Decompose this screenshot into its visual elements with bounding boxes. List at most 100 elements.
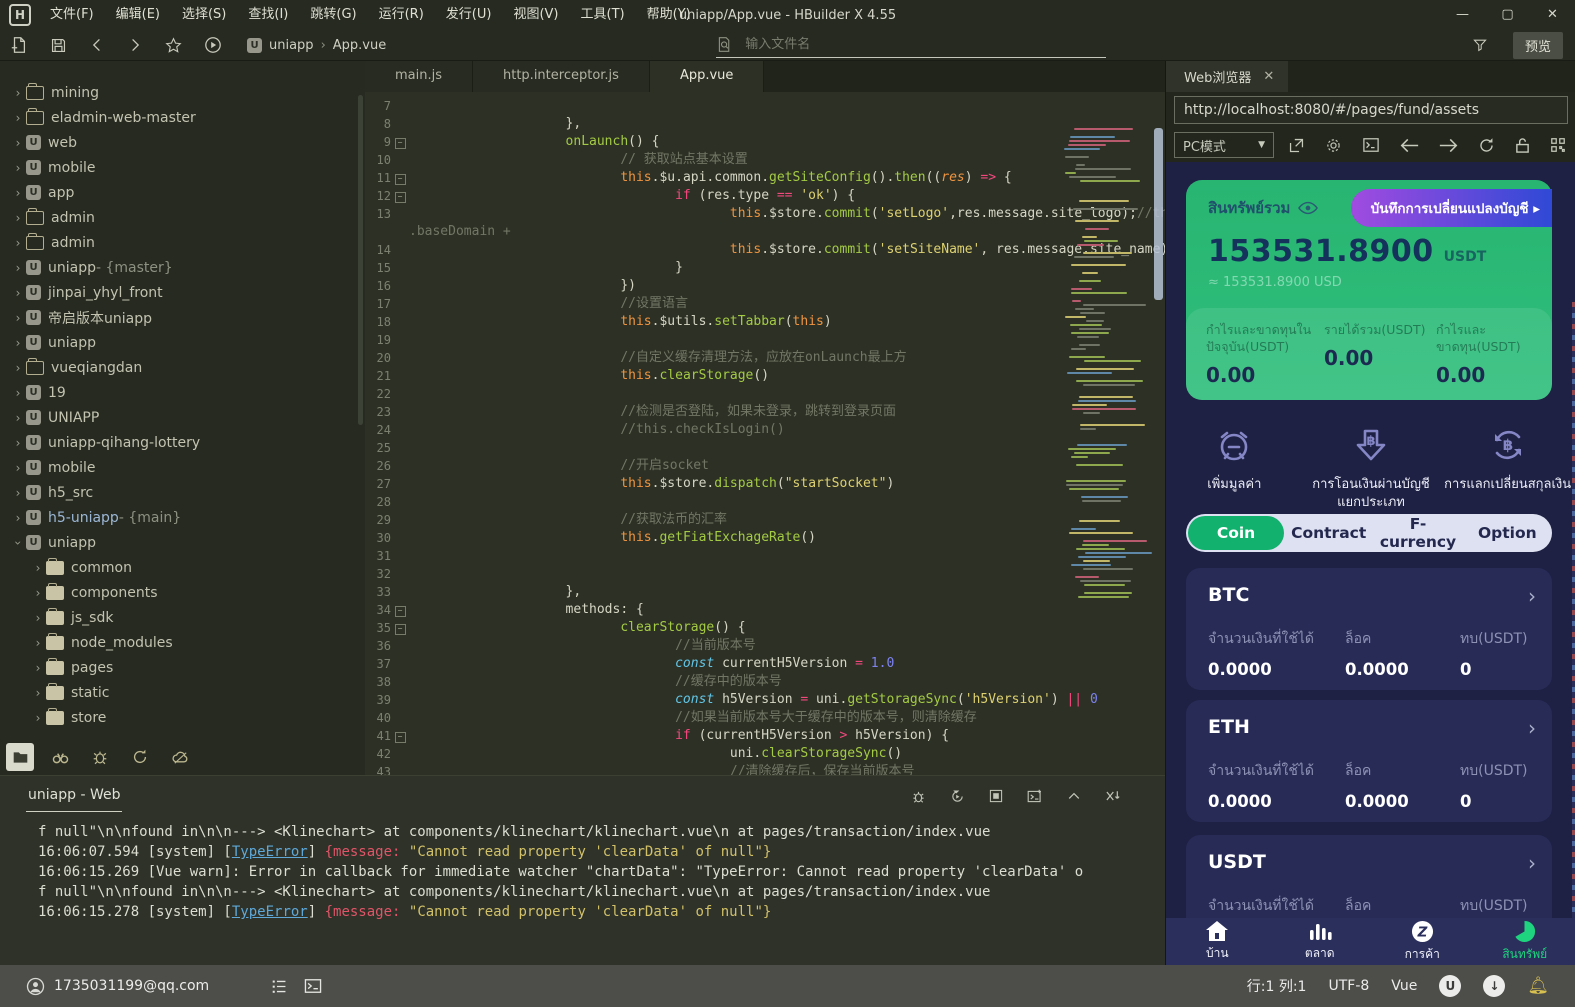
chevron-right-icon[interactable]: › xyxy=(1528,584,1536,608)
cloud-panel-icon[interactable] xyxy=(166,743,194,771)
tree-item[interactable]: ›Uuniapp xyxy=(0,530,365,555)
tree-item[interactable]: ›admin xyxy=(0,230,365,255)
tree-item[interactable]: ›pages xyxy=(0,655,365,680)
chevron-right-icon[interactable]: › xyxy=(10,86,26,100)
chevron-right-icon[interactable]: › xyxy=(1528,716,1536,740)
chevron-right-icon[interactable]: › xyxy=(10,311,26,325)
preview-button[interactable]: 预览 xyxy=(1513,32,1563,59)
tree-item[interactable]: ›Umobile xyxy=(0,155,365,180)
collapse-icon[interactable] xyxy=(1066,788,1082,805)
tree-item[interactable]: ›common xyxy=(0,555,365,580)
chevron-right-icon[interactable]: › xyxy=(30,711,46,725)
fold-collapse-icon[interactable]: − xyxy=(395,138,406,149)
nav-trade[interactable]: Zการค้า xyxy=(1371,918,1474,965)
chevron-right-icon[interactable]: › xyxy=(10,111,26,125)
chevron-right-icon[interactable]: › xyxy=(10,161,26,175)
restart-icon[interactable] xyxy=(949,788,966,805)
tree-item[interactable]: ›Umobile xyxy=(0,455,365,480)
editor-tab-http-interceptor-js[interactable]: http.interceptor.js xyxy=(473,60,650,92)
sidebar-scrollbar[interactable] xyxy=(358,95,363,425)
outline-list-icon[interactable] xyxy=(271,978,288,995)
chevron-right-icon[interactable]: › xyxy=(10,286,26,300)
minimize-button[interactable]: — xyxy=(1440,0,1485,30)
search-panel-icon[interactable] xyxy=(46,743,74,771)
fold-collapse-icon[interactable]: − xyxy=(395,192,406,203)
devtools-console-icon[interactable] xyxy=(1362,137,1380,153)
tree-item[interactable]: ›U帝启版本uniapp xyxy=(0,305,365,330)
tree-item[interactable]: ›UUNIAPP xyxy=(0,405,365,430)
console-tab[interactable]: uniapp - Web xyxy=(26,781,122,812)
quick-action[interactable]: ฿การแลกเปลี่ยนสกุลเงิน xyxy=(1439,417,1575,511)
asset-card-btc[interactable]: BTC›จำนวนเงินที่ใช้ได้0.0000ล็อค0.0000ทบ… xyxy=(1186,568,1552,690)
chevron-right-icon[interactable]: › xyxy=(30,611,46,625)
chevron-right-icon[interactable]: › xyxy=(10,211,26,225)
search-input[interactable] xyxy=(743,36,1047,53)
quick-action[interactable]: เพิ่มมูลค่า xyxy=(1166,417,1303,511)
chevron-right-icon[interactable]: › xyxy=(10,336,26,350)
file-language[interactable]: Vue xyxy=(1391,978,1417,994)
market-tab-option[interactable]: Option xyxy=(1463,524,1552,542)
chevron-right-icon[interactable]: › xyxy=(30,661,46,675)
tree-item[interactable]: ›Uapp xyxy=(0,180,365,205)
fold-collapse-icon[interactable]: − xyxy=(395,606,406,617)
new-file-icon[interactable] xyxy=(10,36,28,54)
quick-action[interactable]: ฿การโอนเงินผ่านบัญชีแยกประเภท xyxy=(1303,417,1440,511)
chevron-right-icon[interactable]: › xyxy=(10,461,26,475)
stop-icon[interactable] xyxy=(988,788,1004,805)
browser-tab-close-icon[interactable]: ✕ xyxy=(1263,69,1274,84)
chevron-right-icon[interactable]: › xyxy=(10,411,26,425)
debug-panel-icon[interactable] xyxy=(86,743,114,771)
account-change-log-button[interactable]: บันทึกการเปลี่ยนแปลงบัญชี ▸ xyxy=(1351,189,1552,227)
settings-gear-icon[interactable] xyxy=(1325,137,1342,154)
editor-tab-App-vue[interactable]: App.vue xyxy=(650,60,764,92)
qrcode-icon[interactable] xyxy=(1550,137,1566,153)
terminal-status-icon[interactable] xyxy=(304,978,322,995)
update-icon[interactable]: ↓ xyxy=(1483,975,1505,997)
forward-icon[interactable] xyxy=(127,37,143,53)
tree-item[interactable]: ›admin xyxy=(0,205,365,230)
open-external-icon[interactable] xyxy=(1288,137,1305,154)
menu-item-s[interactable]: 选择(S) xyxy=(171,0,237,30)
debug-icon[interactable] xyxy=(910,788,927,805)
tree-item[interactable]: ›Uh5-uniapp - {main} xyxy=(0,505,365,530)
minimap[interactable] xyxy=(1060,126,1148,766)
tree-item[interactable]: ›js_sdk xyxy=(0,605,365,630)
tree-item[interactable]: ›Uuniapp-qihang-lottery xyxy=(0,430,365,455)
nav-back-icon[interactable] xyxy=(1400,138,1419,153)
tree-item[interactable]: ›store xyxy=(0,705,365,730)
fold-marker[interactable]: − xyxy=(391,619,409,637)
market-tab-contract[interactable]: Contract xyxy=(1284,524,1373,542)
notification-bell-icon[interactable]: 🔔︎ xyxy=(1527,976,1549,996)
user-account-icon[interactable] xyxy=(26,977,45,996)
chevron-down-icon[interactable]: › xyxy=(11,535,25,551)
lock-icon[interactable] xyxy=(1515,137,1530,154)
chevron-right-icon[interactable]: › xyxy=(30,636,46,650)
menu-item-v[interactable]: 视图(V) xyxy=(502,0,569,30)
chevron-right-icon[interactable]: › xyxy=(10,386,26,400)
file-encoding[interactable]: UTF-8 xyxy=(1328,978,1369,994)
nav-assets[interactable]: สินทรัพย์ xyxy=(1474,918,1575,965)
tree-item[interactable]: ›eladmin-web-master xyxy=(0,105,365,130)
chevron-right-icon[interactable]: › xyxy=(10,361,26,375)
menu-item-u[interactable]: 发行(U) xyxy=(435,0,503,30)
tree-item[interactable]: ›Uuniapp xyxy=(0,330,365,355)
tree-item[interactable]: ›Ujinpai_yhyl_front xyxy=(0,280,365,305)
tree-item[interactable]: ›static xyxy=(0,680,365,705)
menu-item-f[interactable]: 文件(F) xyxy=(39,0,105,30)
breadcrumb-project[interactable]: uniapp xyxy=(269,38,314,53)
market-tab-f-currency[interactable]: F-currency xyxy=(1373,515,1462,551)
feedback-icon[interactable]: U xyxy=(1439,975,1461,997)
menu-item-g[interactable]: 跳转(G) xyxy=(299,0,367,30)
filter-icon[interactable] xyxy=(1472,37,1488,53)
code-area[interactable]: 78 },9− onLaunch() {10 // 获取站点基本设置11− th… xyxy=(365,92,1165,775)
user-email[interactable]: 1735031199@qq.com xyxy=(54,978,209,994)
tree-item[interactable]: ›vueqiangdan xyxy=(0,355,365,380)
chevron-right-icon[interactable]: › xyxy=(30,561,46,575)
tree-item[interactable]: ›node_modules xyxy=(0,630,365,655)
fold-marker[interactable]: − xyxy=(391,727,409,745)
chevron-right-icon[interactable]: › xyxy=(30,686,46,700)
error-link[interactable]: TypeError xyxy=(232,904,308,920)
chevron-right-icon[interactable]: › xyxy=(10,511,26,525)
chevron-right-icon[interactable]: › xyxy=(10,261,26,275)
eye-icon[interactable] xyxy=(1298,201,1318,215)
